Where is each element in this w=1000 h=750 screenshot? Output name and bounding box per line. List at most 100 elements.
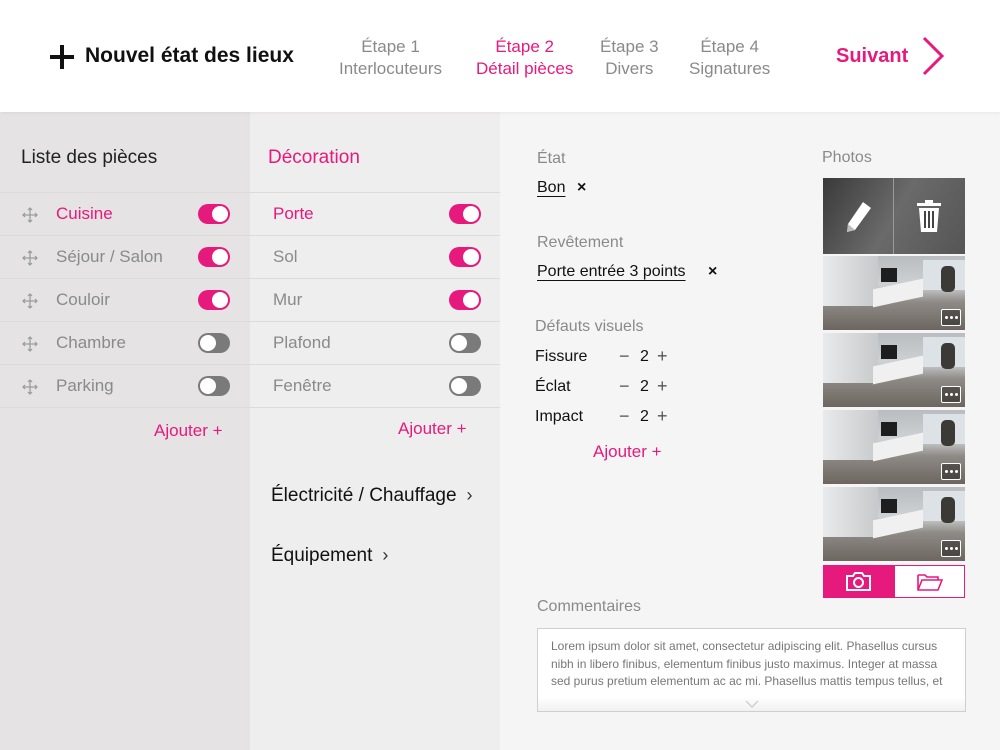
header-bar: Nouvel état des lieux Étape 1 Interlocut… xyxy=(0,0,1000,112)
clear-covering-icon[interactable]: × xyxy=(708,263,717,281)
comments-label: Commentaires xyxy=(537,598,642,615)
comments-text: Lorem ipsum dolor sit amet, consectetur … xyxy=(551,639,943,688)
room-toggle[interactable] xyxy=(198,204,230,224)
rooms-title: Liste des pièces xyxy=(21,147,158,168)
step-name: Signatures xyxy=(689,59,771,78)
trash-icon[interactable] xyxy=(917,200,941,232)
camera-icon xyxy=(846,572,871,591)
more-options-icon[interactable] xyxy=(941,540,961,557)
category-title[interactable]: Décoration xyxy=(268,147,360,169)
step-name: Détail pièces xyxy=(476,59,574,78)
defect-count: 2 xyxy=(640,378,649,395)
elements-list: Porte Sol Mur Plafond Fenêtre xyxy=(250,192,500,408)
element-label: Sol xyxy=(273,247,298,266)
more-options-icon[interactable] xyxy=(941,463,961,480)
drag-handle-icon[interactable] xyxy=(22,379,38,395)
room-item-cuisine[interactable]: Cuisine xyxy=(0,193,250,236)
plus-icon[interactable]: + xyxy=(657,346,668,367)
more-options-icon[interactable] xyxy=(941,386,961,403)
element-toggle[interactable] xyxy=(449,376,481,396)
element-item-mur[interactable]: Mur xyxy=(250,279,500,322)
step-3[interactable]: Étape 3 Divers xyxy=(600,36,659,80)
state-label: État xyxy=(537,150,566,167)
room-toggle[interactable] xyxy=(198,333,230,353)
drag-handle-icon[interactable] xyxy=(22,250,38,266)
section-label: Équipement xyxy=(271,545,373,566)
step-1[interactable]: Étape 1 Interlocuteurs xyxy=(339,36,442,80)
categories-panel: Décoration Porte Sol Mur Plafond Fenêtre… xyxy=(250,112,500,750)
drag-handle-icon[interactable] xyxy=(22,293,38,309)
element-toggle[interactable] xyxy=(449,290,481,310)
detail-panel: État Bon × Revêtement Porte entrée 3 poi… xyxy=(500,112,1000,750)
room-item-parking[interactable]: Parking xyxy=(0,365,250,408)
defect-row: Impact − 2 + xyxy=(535,406,675,430)
rooms-panel: Liste des pièces Cuisine Séjour / Salon … xyxy=(0,112,250,750)
minus-icon[interactable]: − xyxy=(619,376,630,397)
plus-icon[interactable]: + xyxy=(657,406,668,427)
chevron-right-icon: › xyxy=(466,485,473,505)
section-label: Électricité / Chauffage xyxy=(271,485,457,506)
chevron-down-icon[interactable] xyxy=(745,700,759,709)
element-toggle[interactable] xyxy=(449,333,481,353)
step-name: Divers xyxy=(605,59,654,78)
rooms-list: Cuisine Séjour / Salon Couloir Chambre P… xyxy=(0,192,250,408)
photo-thumbnail[interactable] xyxy=(823,410,965,484)
section-equipement[interactable]: Équipement › xyxy=(271,545,388,567)
element-item-sol[interactable]: Sol xyxy=(250,236,500,279)
chevron-right-icon: › xyxy=(382,545,389,565)
step-2[interactable]: Étape 2 Détail pièces xyxy=(476,36,573,80)
element-item-plafond[interactable]: Plafond xyxy=(250,322,500,365)
step-number: Étape 2 xyxy=(495,37,554,56)
section-electricite[interactable]: Électricité / Chauffage › xyxy=(271,485,473,507)
room-toggle[interactable] xyxy=(198,247,230,267)
add-defect-button[interactable]: Ajouter + xyxy=(593,442,662,462)
take-photo-button[interactable] xyxy=(823,565,894,598)
plus-icon[interactable]: + xyxy=(657,376,668,397)
plus-icon[interactable] xyxy=(50,45,74,69)
folder-icon xyxy=(917,574,943,591)
element-label: Mur xyxy=(273,290,303,309)
minus-icon[interactable]: − xyxy=(619,406,630,427)
room-item-chambre[interactable]: Chambre xyxy=(0,322,250,365)
room-label: Séjour / Salon xyxy=(56,247,163,266)
comments-textarea[interactable]: Lorem ipsum dolor sit amet, consectetur … xyxy=(537,628,966,712)
covering-value[interactable]: Porte entrée 3 points xyxy=(537,263,686,281)
more-options-icon[interactable] xyxy=(941,309,961,326)
room-toggle[interactable] xyxy=(198,376,230,396)
room-item-sejour[interactable]: Séjour / Salon xyxy=(0,236,250,279)
photos-label: Photos xyxy=(822,149,872,166)
next-label: Suivant xyxy=(836,45,909,67)
drag-handle-icon[interactable] xyxy=(22,336,38,352)
photo-thumbnail[interactable] xyxy=(823,487,965,561)
clear-state-icon[interactable]: × xyxy=(577,179,586,197)
defect-row: Fissure − 2 + xyxy=(535,346,675,370)
element-item-fenetre[interactable]: Fenêtre xyxy=(250,365,500,408)
element-item-porte[interactable]: Porte xyxy=(250,193,500,236)
defect-count: 2 xyxy=(640,408,649,425)
room-label: Parking xyxy=(56,376,114,395)
defect-count: 2 xyxy=(640,348,649,365)
covering-label: Revêtement xyxy=(537,234,624,251)
element-toggle[interactable] xyxy=(449,204,481,224)
step-number: Étape 3 xyxy=(600,37,659,56)
photo-thumbnail[interactable] xyxy=(823,256,965,330)
state-value[interactable]: Bon xyxy=(537,179,565,197)
room-toggle[interactable] xyxy=(198,290,230,310)
photo-thumbnail[interactable] xyxy=(823,333,965,407)
open-folder-button[interactable] xyxy=(894,565,965,598)
add-element-button[interactable]: Ajouter + xyxy=(398,419,467,439)
photo-selected xyxy=(823,178,965,254)
room-item-couloir[interactable]: Couloir xyxy=(0,279,250,322)
defect-name: Impact xyxy=(535,408,584,425)
page-title: Nouvel état des lieux xyxy=(85,44,294,67)
chevron-right-icon xyxy=(922,36,945,76)
defect-row: Éclat − 2 + xyxy=(535,376,675,400)
add-room-button[interactable]: Ajouter + xyxy=(154,421,223,441)
defect-name: Éclat xyxy=(535,378,571,395)
minus-icon[interactable]: − xyxy=(619,346,630,367)
drag-handle-icon[interactable] xyxy=(22,207,38,223)
pencil-icon[interactable] xyxy=(845,200,873,234)
element-label: Porte xyxy=(273,204,314,223)
element-toggle[interactable] xyxy=(449,247,481,267)
step-4[interactable]: Étape 4 Signatures xyxy=(689,36,770,80)
